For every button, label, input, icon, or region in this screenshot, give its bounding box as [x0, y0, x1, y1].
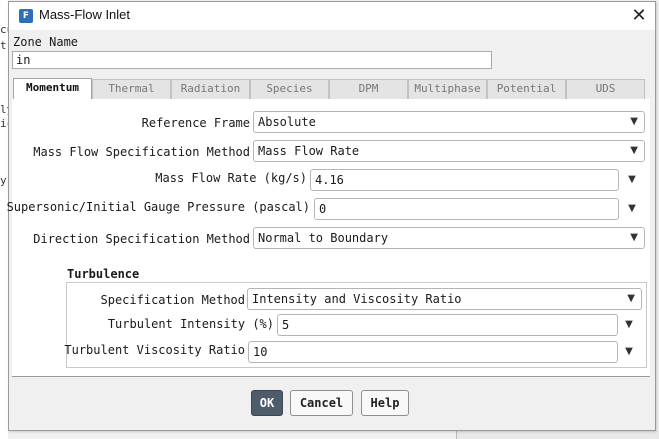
turbulence-heading: Turbulence	[67, 267, 140, 281]
background-text-fragment: y	[0, 174, 7, 187]
tab-bar: Momentum Thermal Radiation Species DPM M…	[13, 78, 649, 100]
turbulent-intensity-input[interactable]: 5	[277, 314, 618, 336]
cancel-button[interactable]: Cancel	[290, 390, 353, 416]
tab-species[interactable]: Species	[250, 79, 329, 99]
direction-spec-label: Direction Specification Method	[33, 232, 250, 246]
direction-spec-dropdown[interactable]: Normal to Boundary ▼	[253, 227, 645, 249]
button-divider	[12, 376, 650, 377]
reference-frame-label: Reference Frame	[141, 116, 250, 130]
mass-flow-spec-label: Mass Flow Specification Method	[33, 145, 250, 159]
chevron-down-icon: ▼	[630, 116, 638, 127]
turbulence-spec-method-value: Intensity and Viscosity Ratio	[252, 292, 462, 306]
reference-frame-value: Absolute	[258, 115, 316, 129]
background-right-panel	[456, 431, 659, 439]
zone-name-input[interactable]: in	[12, 51, 492, 69]
turbulent-intensity-options-arrow[interactable]: ▼	[623, 314, 635, 336]
ok-button[interactable]: OK	[251, 390, 283, 416]
tab-radiation[interactable]: Radiation	[171, 79, 250, 99]
mass-flow-spec-dropdown[interactable]: Mass Flow Rate ▼	[253, 140, 645, 162]
turbulent-intensity-label: Turbulent Intensity (%)	[107, 317, 274, 331]
reference-frame-dropdown[interactable]: Absolute ▼	[253, 111, 645, 133]
turbulent-viscosity-ratio-options-arrow[interactable]: ▼	[623, 341, 635, 363]
mass-flow-inlet-dialog: F Mass-Flow Inlet ✕ Zone Name in Momentu…	[7, 1, 656, 431]
chevron-down-icon: ▼	[627, 293, 635, 304]
mass-flow-rate-label: Mass Flow Rate (kg/s)	[155, 171, 307, 185]
mass-flow-rate-input[interactable]: 4.16	[310, 169, 619, 191]
mass-flow-spec-value: Mass Flow Rate	[258, 144, 360, 158]
momentum-tab-panel: Reference Frame Absolute ▼ Mass Flow Spe…	[7, 99, 650, 377]
title-bar[interactable]: F Mass-Flow Inlet ✕	[9, 2, 655, 30]
turbulence-group: Specification Method Intensity and Visco…	[64, 282, 647, 368]
tab-dpm[interactable]: DPM	[329, 79, 408, 99]
close-icon[interactable]: ✕	[627, 4, 651, 28]
chevron-down-icon: ▼	[630, 232, 638, 243]
tab-momentum[interactable]: Momentum	[13, 78, 92, 100]
turbulent-viscosity-ratio-input[interactable]: 10	[248, 341, 618, 363]
direction-spec-value: Normal to Boundary	[258, 231, 389, 245]
turbulence-spec-method-dropdown[interactable]: Intensity and Viscosity Ratio ▼	[247, 288, 642, 310]
gauge-pressure-options-arrow[interactable]: ▼	[626, 198, 638, 220]
chevron-down-icon: ▼	[630, 145, 638, 156]
tab-multiphase[interactable]: Multiphase	[408, 79, 487, 99]
zone-name-label: Zone Name	[13, 35, 79, 49]
turbulence-spec-method-label: Specification Method	[100, 293, 246, 307]
dialog-title: Mass-Flow Inlet	[39, 7, 131, 22]
tab-potential[interactable]: Potential	[487, 79, 566, 99]
turbulent-viscosity-ratio-label: Turbulent Viscosity Ratio	[64, 343, 245, 357]
tab-uds[interactable]: UDS	[566, 79, 645, 99]
mass-flow-rate-options-arrow[interactable]: ▼	[626, 169, 638, 191]
gauge-pressure-label: Supersonic/Initial Gauge Pressure (pasca…	[6, 200, 310, 214]
gauge-pressure-input[interactable]: 0	[314, 198, 619, 220]
help-button[interactable]: Help	[361, 390, 409, 416]
fluent-app-icon: F	[19, 9, 33, 23]
background-left-strip	[0, 0, 8, 439]
tab-thermal[interactable]: Thermal	[92, 79, 171, 99]
background-text-fragment: t	[0, 39, 7, 52]
